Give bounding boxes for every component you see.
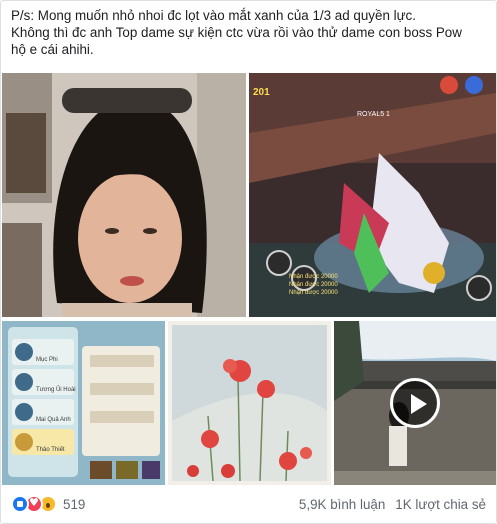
chat-line: Nhận được 20000 <box>289 290 338 296</box>
shares-count[interactable]: 1K lượt chia sẻ <box>395 497 486 512</box>
game-level-text: 201 <box>253 87 270 98</box>
menu-item: Tương Ủi Hoài <box>36 387 76 393</box>
caption-line: hộ e cái ahihi. <box>11 42 94 57</box>
facebook-post: P/s: Mong muốn nhỏ nhoi đc lọt vào mắt x… <box>0 0 497 524</box>
menu-item: Thảo Thiết <box>36 447 65 453</box>
video-thumbnail[interactable] <box>334 321 496 485</box>
menu-item: Mục Phi <box>36 357 58 363</box>
comments-count[interactable]: 5,9K bình luận <box>299 497 385 512</box>
reactions-summary[interactable]: 519 <box>11 495 85 513</box>
game-player-name: ROYAL5 1 <box>357 111 390 118</box>
post-stats: 5,9K bình luận 1K lượt chia sẻ <box>299 497 486 512</box>
caption-line: P/s: Mong muốn nhỏ nhoi đc lọt vào mắt x… <box>11 8 416 23</box>
chat-line: Nhận được 20000 <box>289 274 338 280</box>
reaction-count: 519 <box>63 496 86 512</box>
post-caption: P/s: Mong muốn nhỏ nhoi đc lọt vào mắt x… <box>11 7 489 58</box>
play-icon[interactable] <box>390 378 440 428</box>
selfie-photo[interactable] <box>2 73 246 317</box>
post-footer: 519 5,9K bình luận 1K lượt chia sẻ <box>1 487 496 523</box>
like-icon <box>11 495 29 513</box>
caption-line: Không thì đc anh Top dame sự kiện ctc vừ… <box>11 25 462 40</box>
chat-line: Nhận được 20000 <box>289 282 338 288</box>
game-menu-photo[interactable]: Mục Phi Tương Ủi Hoài Mai Quả Anh Thảo T… <box>2 321 165 485</box>
game-chat: Nhận được 20000 Nhận được 20000 Nhận đượ… <box>289 273 338 297</box>
flowers-photo[interactable] <box>168 321 331 485</box>
game-screenshot-photo[interactable]: 201 ROYAL5 1 Nhận được 20000 Nhận được 2… <box>249 73 496 317</box>
menu-list: Mục Phi Tương Ủi Hoài Mai Quả Anh Thảo T… <box>36 345 76 465</box>
menu-item: Mai Quả Anh <box>36 417 71 423</box>
